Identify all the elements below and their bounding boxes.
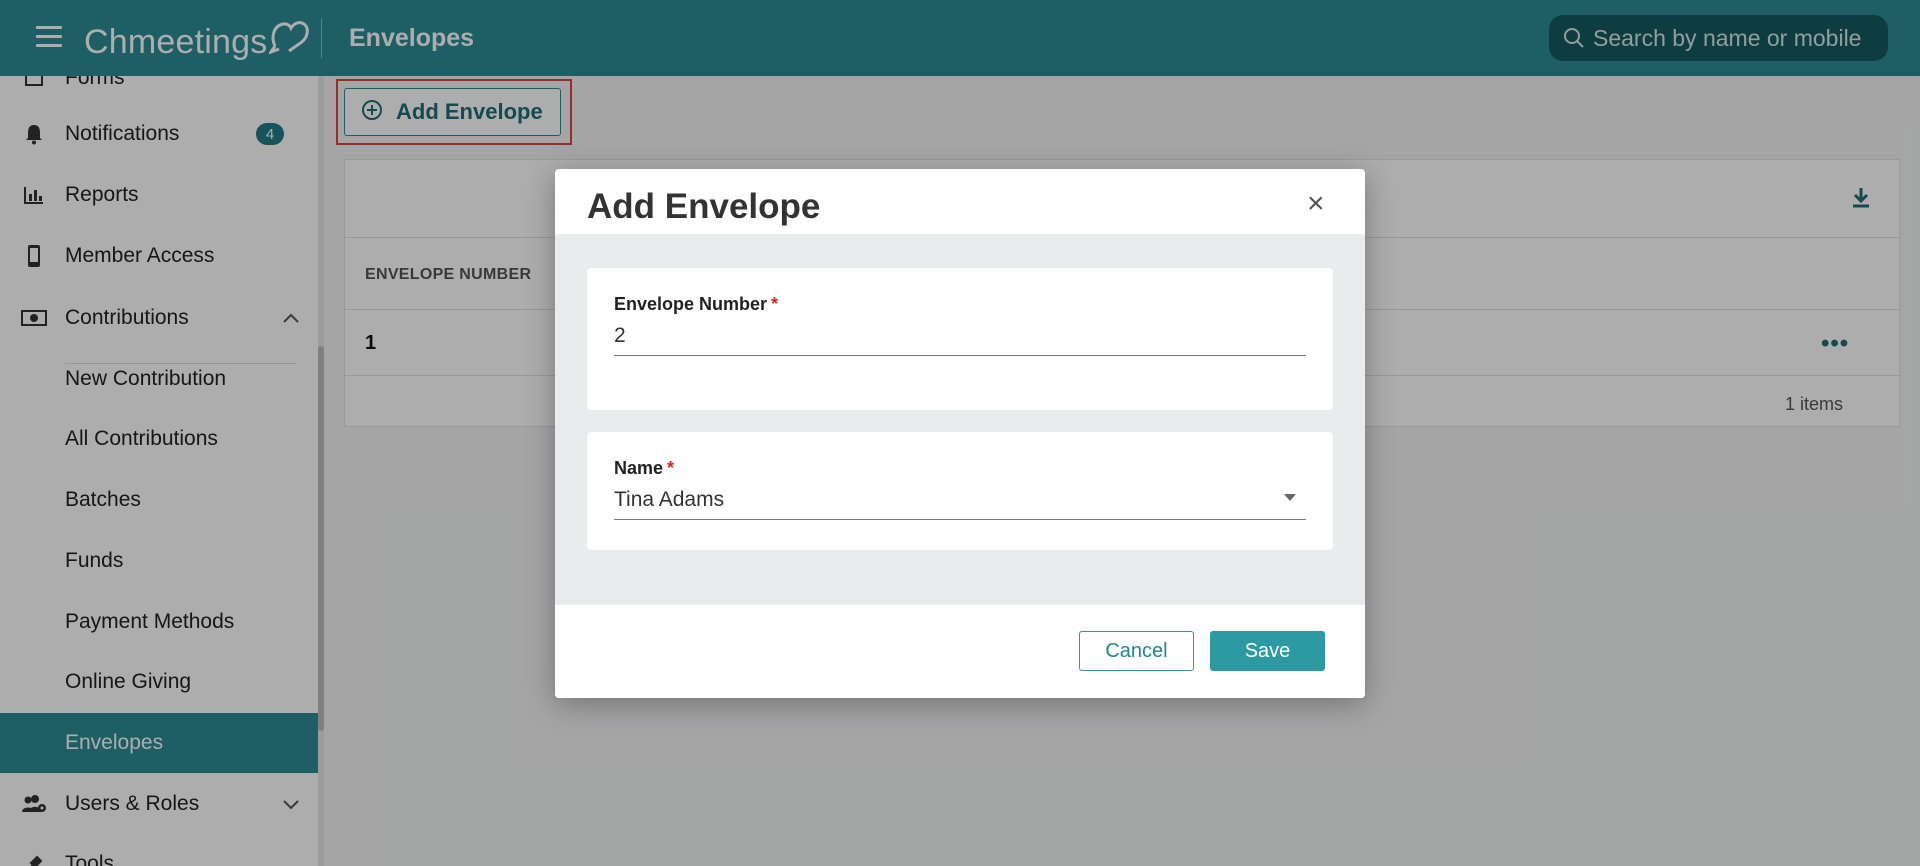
close-icon[interactable]: × xyxy=(1307,187,1325,221)
envelope-number-field[interactable]: 2 xyxy=(614,320,1306,356)
required-mark: * xyxy=(771,294,779,314)
add-envelope-dialog: Add Envelope × Envelope Number * 2 Name * … xyxy=(555,169,1365,698)
save-button[interactable]: Save xyxy=(1210,631,1325,671)
required-mark: * xyxy=(667,458,675,478)
dialog-title: Add Envelope xyxy=(587,187,821,226)
envelope-number-label: Envelope Number * xyxy=(614,294,778,315)
name-label: Name * xyxy=(614,458,674,479)
dialog-body: Envelope Number * 2 Name * Tina Adams xyxy=(555,234,1365,605)
dropdown-arrow-icon[interactable] xyxy=(1284,494,1296,501)
envelope-number-label-text: Envelope Number xyxy=(614,294,768,314)
cancel-button[interactable]: Cancel xyxy=(1079,631,1194,671)
envelope-number-card: Envelope Number * 2 xyxy=(587,268,1333,410)
name-label-text: Name xyxy=(614,458,664,478)
dialog-footer: Cancel Save xyxy=(555,605,1365,698)
name-select-value: Tina Adams xyxy=(614,488,725,511)
name-select[interactable]: Tina Adams xyxy=(614,484,1306,520)
name-card: Name * Tina Adams xyxy=(587,432,1333,550)
